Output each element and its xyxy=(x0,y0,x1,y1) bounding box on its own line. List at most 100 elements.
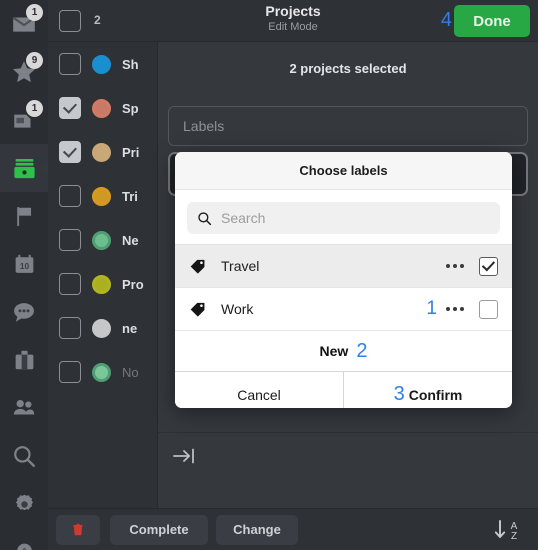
labels-input-placeholder: Labels xyxy=(183,118,225,134)
project-name: Ne xyxy=(122,232,139,248)
table-row[interactable]: Pro xyxy=(48,262,157,306)
project-color-dot xyxy=(92,98,111,118)
project-list: Sh Sp Pri Tri Ne Pro ne No xyxy=(48,42,158,508)
list-item[interactable]: Travel xyxy=(175,245,512,288)
sidebar-item-contacts[interactable] xyxy=(0,384,48,432)
flag-icon xyxy=(16,206,31,226)
app-window: 1 9 1 10 2 Projects Edit Mode 4 Done Sh … xyxy=(0,0,538,550)
done-button[interactable]: Done xyxy=(454,5,530,37)
row-checkbox[interactable] xyxy=(59,229,81,251)
annotation-3: 3 xyxy=(393,383,405,405)
row-checkbox[interactable] xyxy=(59,53,81,75)
project-color-dot xyxy=(92,230,111,250)
search-input[interactable]: Search xyxy=(187,202,500,234)
svg-text:10: 10 xyxy=(19,261,29,271)
project-color-dot xyxy=(92,142,111,162)
svg-text:Z: Z xyxy=(511,531,517,542)
labels-input[interactable]: Labels xyxy=(168,106,528,146)
project-color-dot xyxy=(92,362,111,382)
table-row[interactable]: Tri xyxy=(48,174,157,218)
dialog-title: Choose labels xyxy=(175,152,512,190)
table-row[interactable]: Sh xyxy=(48,42,157,86)
sidebar-item-settings[interactable] xyxy=(0,480,48,528)
sidebar-badge-mail: 1 xyxy=(26,4,43,21)
annotation-1: 1 xyxy=(426,298,437,319)
search-placeholder: Search xyxy=(221,210,266,226)
cancel-button[interactable]: Cancel xyxy=(175,372,343,408)
calendar-icon: 10 xyxy=(15,254,33,273)
row-checkbox[interactable] xyxy=(59,141,81,163)
people-icon xyxy=(13,399,35,415)
sort-button[interactable]: A Z xyxy=(491,518,525,542)
annotation-4: 4 xyxy=(440,9,452,31)
sidebar-item-briefcase[interactable] xyxy=(0,336,48,384)
table-row[interactable]: ne xyxy=(48,306,157,350)
sidebar-item-flags[interactable] xyxy=(0,192,48,240)
change-button[interactable]: Change xyxy=(216,514,298,545)
bottom-toolbar: Complete Change A Z xyxy=(48,508,538,550)
annotation-2: 2 xyxy=(356,339,368,362)
complete-button[interactable]: Complete xyxy=(110,514,208,545)
trash-icon xyxy=(73,523,83,535)
label-checkbox[interactable] xyxy=(479,256,498,276)
project-name: No xyxy=(122,364,139,380)
row-checkbox[interactable] xyxy=(59,273,81,295)
dialog-actions: Cancel 3 Confirm xyxy=(175,372,512,408)
sidebar-item-mail[interactable]: 1 xyxy=(0,0,48,48)
briefcase-icon xyxy=(15,350,33,369)
new-label-button[interactable]: New 2 xyxy=(175,331,512,372)
sidebar-item-billing[interactable]: $ xyxy=(0,528,48,550)
confirm-button-label: Confirm xyxy=(408,386,463,403)
delete-button[interactable] xyxy=(56,514,100,545)
dialog-search-area: Search xyxy=(175,190,512,244)
project-name: Sp xyxy=(122,100,139,116)
svg-text:$: $ xyxy=(22,546,27,550)
row-checkbox[interactable] xyxy=(59,317,81,339)
sidebar: 1 9 1 10 xyxy=(0,0,49,550)
row-checkbox[interactable] xyxy=(59,97,81,119)
header-bar: 2 Projects Edit Mode 4 Done xyxy=(48,0,538,42)
dollar-coin-icon: $ xyxy=(16,543,32,550)
sidebar-item-inbox[interactable]: 1 xyxy=(0,96,48,144)
label-list: Travel Work 1 xyxy=(175,244,512,331)
project-color-dot xyxy=(92,274,111,294)
selection-summary: 2 projects selected xyxy=(289,61,407,76)
tag-icon xyxy=(190,259,205,274)
table-row[interactable]: Ne xyxy=(48,218,157,262)
indent-arrow-icon xyxy=(173,448,194,463)
confirm-button[interactable]: 3 Confirm xyxy=(343,372,512,408)
row-checkbox[interactable] xyxy=(59,361,81,383)
more-options-icon[interactable] xyxy=(446,307,464,311)
table-row[interactable]: Pri xyxy=(48,130,157,174)
label-checkbox[interactable] xyxy=(479,299,498,319)
project-name: Pri xyxy=(122,144,140,160)
row-checkbox[interactable] xyxy=(59,185,81,207)
magnifier-icon xyxy=(14,446,35,467)
project-name: ne xyxy=(122,320,138,336)
sort-descending-az-icon: A Z xyxy=(494,519,518,542)
choose-labels-dialog: Choose labels Search Travel Work 1 New 2… xyxy=(175,152,512,408)
sidebar-badge-inbox: 1 xyxy=(26,100,43,117)
project-name: Pro xyxy=(122,276,144,292)
sidebar-badge-starred: 9 xyxy=(26,52,43,69)
archive-box-icon xyxy=(13,158,35,178)
project-name: Tri xyxy=(122,188,138,204)
gear-icon xyxy=(15,494,33,510)
sidebar-item-chat[interactable] xyxy=(0,288,48,336)
label-name: Work xyxy=(221,301,254,317)
sidebar-item-calendar[interactable]: 10 xyxy=(0,240,48,288)
more-options-icon[interactable] xyxy=(446,264,464,268)
sidebar-item-starred[interactable]: 9 xyxy=(0,48,48,96)
project-name: Sh xyxy=(122,56,139,72)
sidebar-item-search[interactable] xyxy=(0,432,48,480)
label-name: Travel xyxy=(221,258,260,274)
search-icon xyxy=(198,211,212,225)
new-label-text: New xyxy=(319,343,349,359)
project-color-dot xyxy=(92,186,111,206)
table-row[interactable]: Sp xyxy=(48,86,157,130)
sidebar-item-projects[interactable] xyxy=(0,144,49,192)
indent-row[interactable] xyxy=(158,432,538,478)
list-item[interactable]: Work 1 xyxy=(175,288,512,331)
table-row[interactable]: No xyxy=(48,350,157,394)
tag-icon xyxy=(190,302,205,317)
